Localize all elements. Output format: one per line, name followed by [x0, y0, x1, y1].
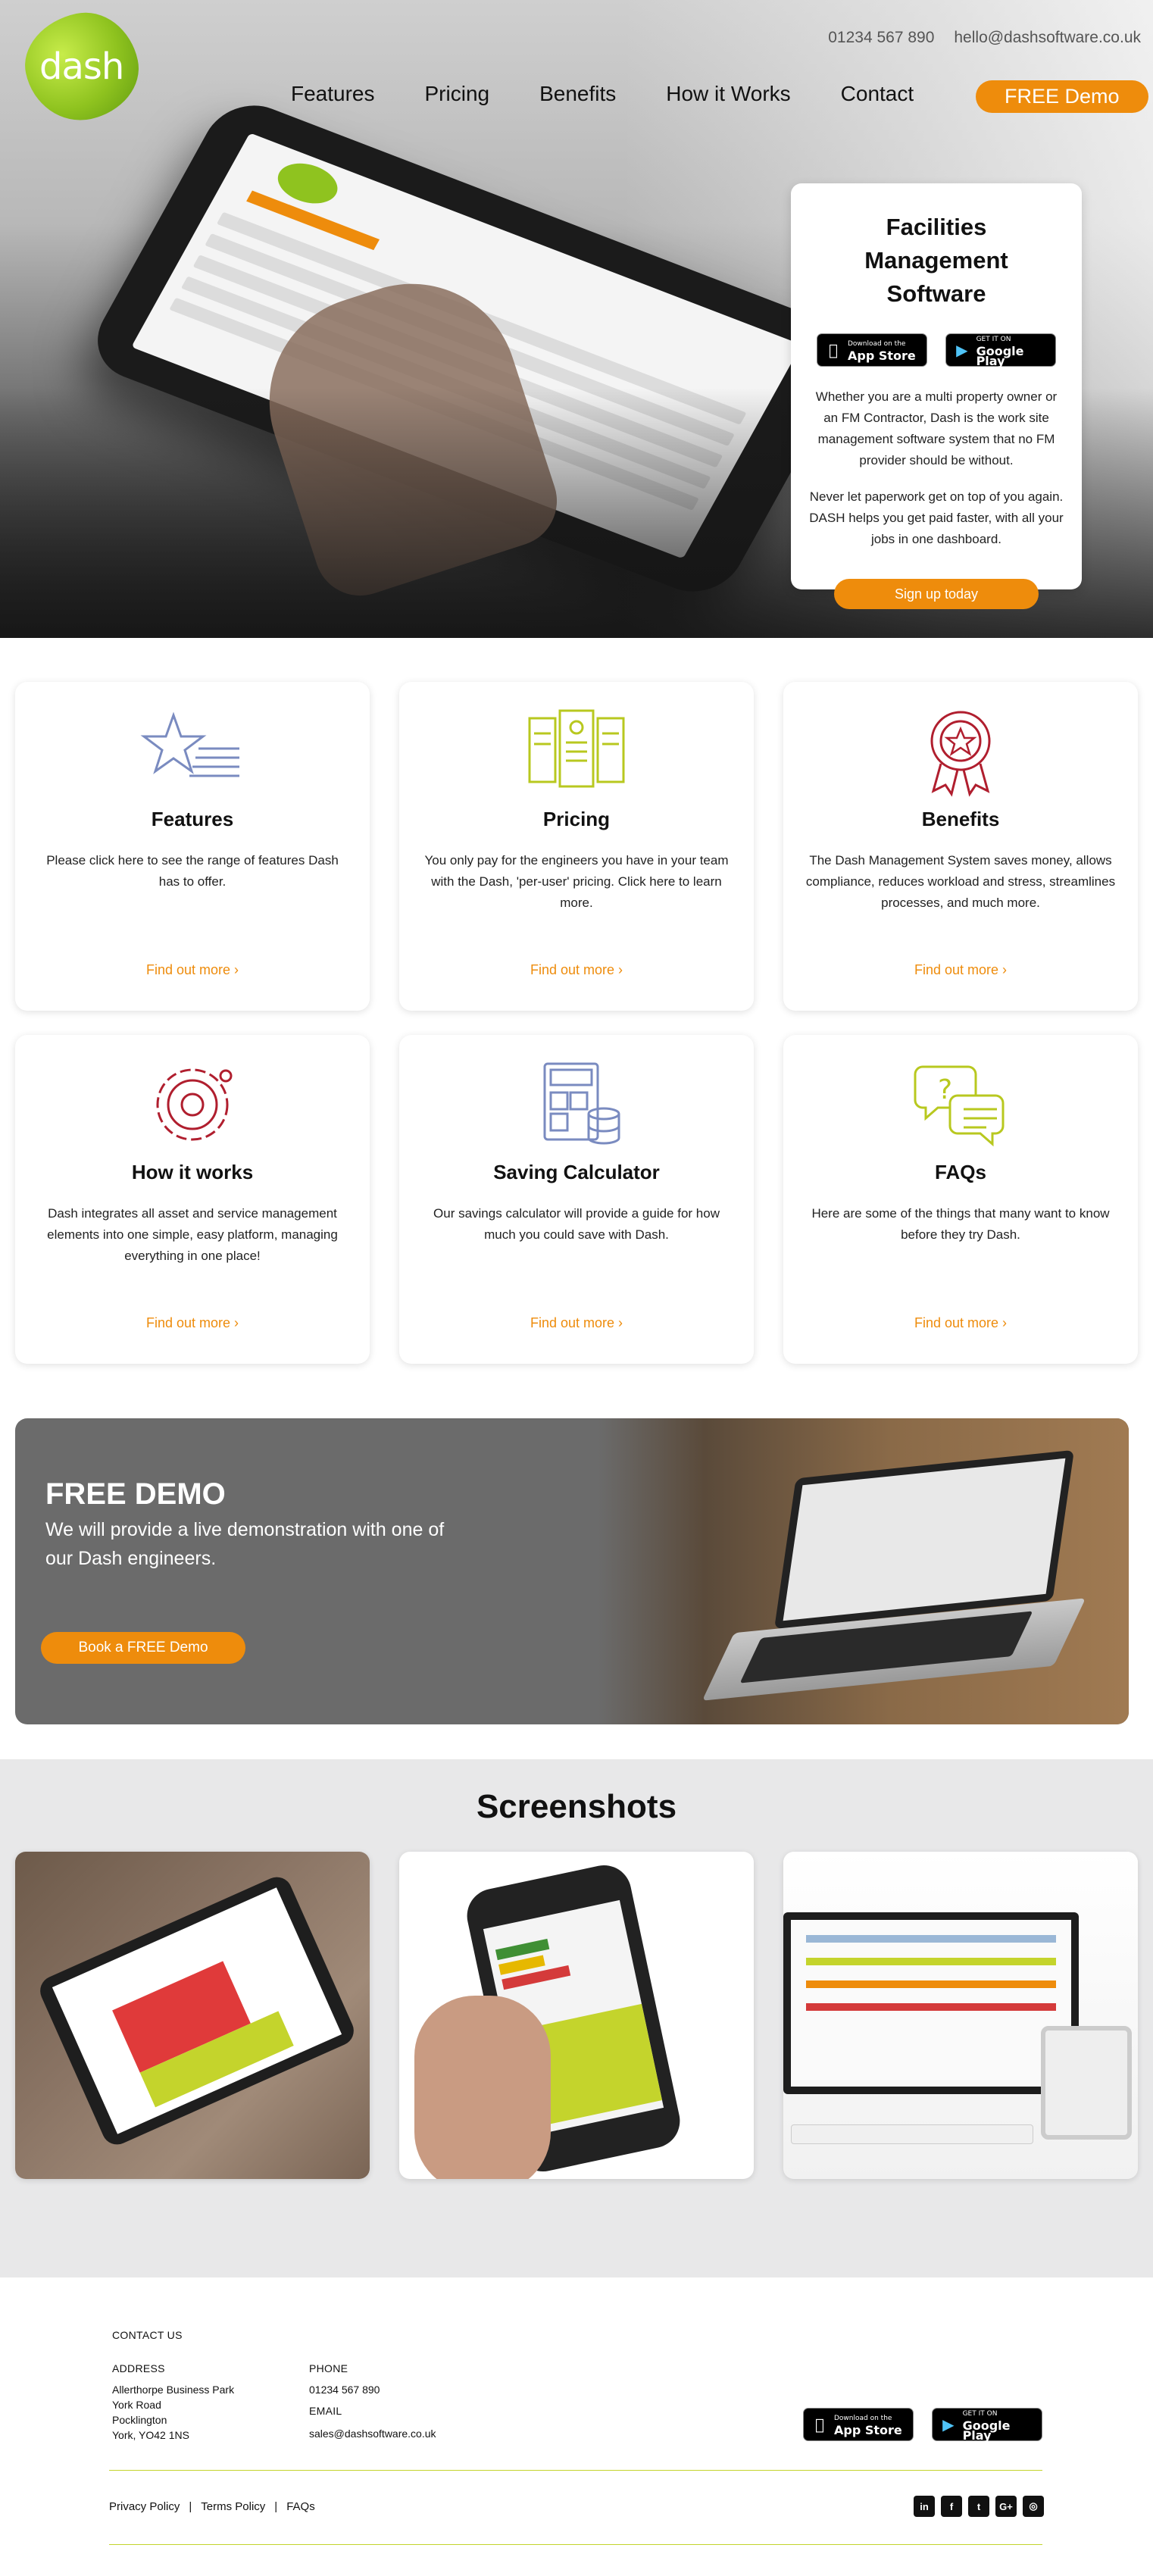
card-title: Features — [151, 808, 234, 830]
footer-links: Privacy Policy | Terms Policy | FAQs — [109, 2500, 315, 2513]
card-how-it-works[interactable]: How it works Dash integrates all asset a… — [15, 1035, 370, 1364]
apple-icon:  — [811, 2415, 828, 2434]
nav-how-it-works[interactable]: How it Works — [666, 82, 790, 106]
footer-contact-heading: CONTACT US — [112, 2329, 183, 2341]
footer: CONTACT US ADDRESS Allerthorpe Business … — [0, 2277, 1153, 2576]
footer-email-label: EMAIL — [309, 2405, 342, 2417]
play-icon: ▶ — [956, 341, 968, 359]
facebook-icon[interactable]: f — [941, 2496, 962, 2517]
footer-address: Allerthorpe Business Park York Road Pock… — [112, 2384, 235, 2441]
instagram-icon[interactable]: ◎ — [1023, 2496, 1044, 2517]
screenshots-title: Screenshots — [476, 1788, 677, 1825]
header-phone[interactable]: 01234 567 890 — [828, 29, 934, 47]
star-list-icon — [140, 711, 239, 777]
find-out-more-link[interactable]: Find out more › — [783, 1315, 1138, 1331]
play-icon: ▶ — [942, 2415, 955, 2434]
find-out-more-link[interactable]: Find out more › — [15, 962, 370, 978]
screenshot-phone[interactable] — [399, 1852, 754, 2179]
header-email[interactable]: hello@dashsoftware.co.uk — [954, 29, 1141, 47]
logo-text: dash — [39, 45, 124, 88]
card-text: Dash integrates all asset and service ma… — [47, 1206, 338, 1263]
nav-pricing[interactable]: Pricing — [425, 82, 490, 106]
nav-features[interactable]: Features — [291, 82, 375, 106]
card-text: Please click here to see the range of fe… — [46, 853, 339, 889]
app-store-badge[interactable]:  Download on the App Store — [817, 333, 927, 367]
find-out-more-link[interactable]: Find out more › — [783, 962, 1138, 978]
card-title: Pricing — [542, 808, 611, 830]
hero-card: Facilities Management Software  Downloa… — [791, 183, 1082, 609]
store-badges:  Download on the App Store ▶ GET IT ON … — [791, 333, 1082, 367]
book-demo-button[interactable]: Book a FREE Demo — [41, 1632, 245, 1664]
find-out-more-link[interactable]: Find out more › — [399, 962, 754, 978]
google-plus-icon[interactable]: G+ — [995, 2496, 1017, 2517]
screenshot-desktop[interactable] — [783, 1852, 1138, 2179]
demo-text: We will provide a live demonstration wit… — [45, 1519, 445, 1569]
free-demo-banner: FREE DEMO We will provide a live demonst… — [15, 1418, 1129, 1724]
card-text: Here are some of the things that many wa… — [811, 1206, 1110, 1242]
google-play-badge[interactable]: ▶ GET IT ON Google Play — [945, 333, 1056, 367]
footer-phone-label: PHONE — [309, 2362, 348, 2374]
gear-icon — [156, 1068, 233, 1141]
hero-title: Facilities Management Software — [864, 214, 1008, 307]
footer-phone[interactable]: 01234 567 890 — [309, 2382, 380, 2397]
footer-store-badges:  Download on the App Store ▶ GET IT ON … — [803, 2408, 1042, 2441]
find-out-more-link[interactable]: Find out more › — [399, 1315, 754, 1331]
footer-email[interactable]: sales@dashsoftware.co.uk — [309, 2426, 436, 2441]
header-contact: 01234 567 890 hello@dashsoftware.co.uk — [828, 29, 1141, 47]
calculator-icon — [543, 1062, 620, 1145]
card-title: Benefits — [921, 808, 1000, 830]
main-nav: Features Pricing Benefits How it Works C… — [291, 80, 1148, 113]
pricing-documents-icon — [528, 709, 625, 788]
twitter-icon[interactable]: t — [968, 2496, 989, 2517]
card-faqs[interactable]: ? FAQs Here are some of the things that … — [783, 1035, 1138, 1364]
card-features[interactable]: Features Please click here to see the ra… — [15, 682, 370, 1011]
card-pricing[interactable]: Pricing You only pay for the engineers y… — [399, 682, 754, 1011]
card-saving-calculator[interactable]: Saving Calculator Our savings calculator… — [399, 1035, 754, 1364]
question-chat-icon: ? — [914, 1065, 1005, 1147]
nav-benefits[interactable]: Benefits — [539, 82, 616, 106]
demo-title: FREE DEMO — [45, 1477, 226, 1511]
hero-paragraph-1: Whether you are a multi property owner o… — [815, 389, 1058, 467]
screenshots-section: Screenshots — [0, 1759, 1153, 2277]
link-separator: | — [274, 2500, 278, 2513]
award-ribbon-icon — [930, 711, 991, 797]
app-store-badge[interactable]:  Download on the App Store — [803, 2408, 914, 2441]
linkedin-icon[interactable]: in — [914, 2496, 935, 2517]
card-title: Saving Calculator — [493, 1161, 660, 1183]
laptop-photo — [598, 1418, 1129, 1724]
card-text: The Dash Management System saves money, … — [805, 853, 1116, 910]
free-demo-button[interactable]: FREE Demo — [976, 80, 1148, 113]
apple-icon:  — [825, 341, 842, 359]
card-text: Our savings calculator will provide a gu… — [433, 1206, 720, 1242]
social-icons: in f t G+ ◎ — [914, 2496, 1044, 2517]
screenshot-tablet[interactable] — [15, 1852, 370, 2179]
hero-section: dash 01234 567 890 hello@dashsoftware.co… — [0, 0, 1153, 638]
card-benefits[interactable]: Benefits The Dash Management System save… — [783, 682, 1138, 1011]
terms-policy-link[interactable]: Terms Policy — [201, 2500, 265, 2513]
link-separator: | — [189, 2500, 192, 2513]
card-title: FAQs — [935, 1161, 986, 1183]
privacy-policy-link[interactable]: Privacy Policy — [109, 2500, 180, 2513]
footer-address-label: ADDRESS — [112, 2362, 165, 2374]
faqs-link[interactable]: FAQs — [286, 2500, 315, 2513]
card-text: You only pay for the engineers you have … — [424, 853, 729, 910]
find-out-more-link[interactable]: Find out more › — [15, 1315, 370, 1331]
nav-contact[interactable]: Contact — [841, 82, 914, 106]
footer-divider — [109, 2544, 1042, 2545]
footer-divider — [109, 2470, 1042, 2471]
logo[interactable]: dash — [16, 3, 148, 130]
card-title: How it works — [131, 1161, 254, 1183]
sign-up-button[interactable]: Sign up today — [834, 579, 1039, 609]
google-play-badge[interactable]: ▶ GET IT ON Google Play — [932, 2408, 1042, 2441]
hero-paragraph-2: Never let paperwork get on top of you ag… — [809, 489, 1064, 546]
